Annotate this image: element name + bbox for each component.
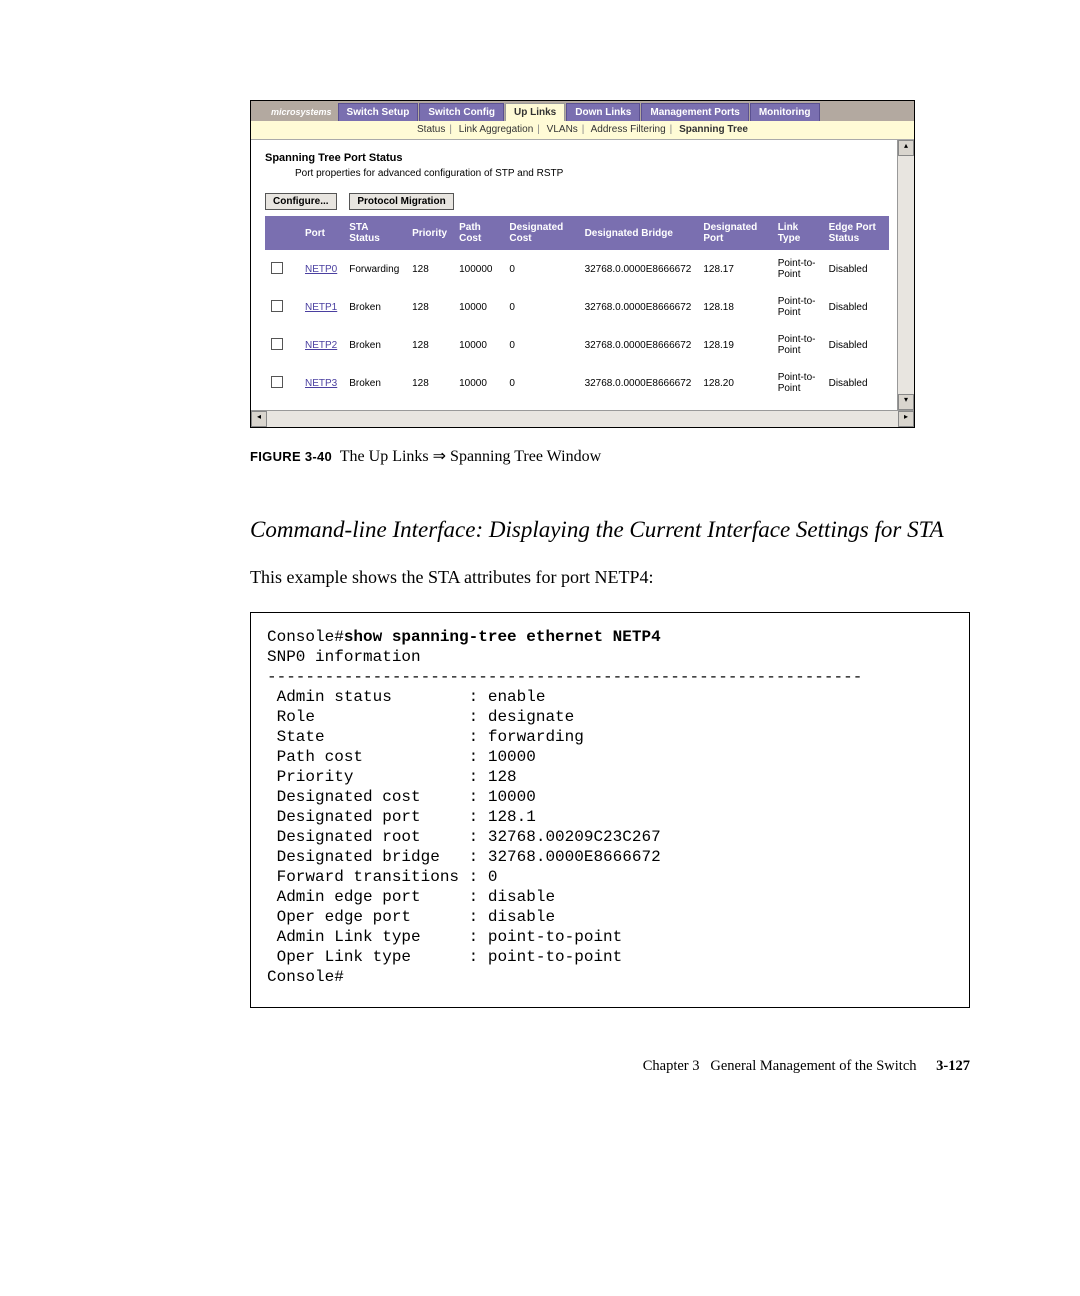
tab-monitoring[interactable]: Monitoring	[750, 103, 820, 121]
cell-priority: 128	[406, 288, 453, 326]
table-row: NETP3 Broken12810000032768.0.0000E8666672…	[265, 364, 889, 402]
subtab-spanning-tree[interactable]: Spanning Tree	[679, 124, 748, 135]
cell-des-port: 128.20	[697, 364, 771, 402]
body-paragraph: This example shows the STA attributes fo…	[250, 567, 970, 588]
uplinks-spanning-tree-window: microsystems Switch Setup Switch Config …	[250, 100, 915, 428]
scroll-up-icon[interactable]: ▴	[898, 140, 914, 156]
row-checkbox[interactable]	[271, 376, 283, 388]
col-designated-bridge: Designated Bridge	[579, 216, 698, 250]
figure-caption: FIGURE 3-40 The Up Links ⇒ Spanning Tree…	[250, 446, 970, 466]
port-link[interactable]: NETP1	[305, 302, 337, 313]
cell-edge-status: Disabled	[823, 326, 889, 364]
cell-link-type: Point-to-Point	[772, 288, 823, 326]
port-status-table: Port STA Status Priority Path Cost Desig…	[265, 216, 889, 402]
cell-des-bridge: 32768.0.0000E8666672	[579, 288, 698, 326]
cell-priority: 128	[406, 250, 453, 288]
cell-link-type: Point-to-Point	[772, 250, 823, 288]
cell-des-port: 128.17	[697, 250, 771, 288]
row-checkbox[interactable]	[271, 300, 283, 312]
scroll-down-icon[interactable]: ▾	[898, 394, 914, 410]
logo-text: microsystems	[271, 105, 338, 121]
cell-link-type: Point-to-Point	[772, 326, 823, 364]
col-port: Port	[299, 216, 343, 250]
cell-des-bridge: 32768.0.0000E8666672	[579, 326, 698, 364]
cell-sta: Broken	[343, 288, 406, 326]
cell-edge-status: Disabled	[823, 288, 889, 326]
col-priority: Priority	[406, 216, 453, 250]
vertical-scrollbar[interactable]: ▴ ▾	[897, 140, 914, 410]
port-link[interactable]: NETP3	[305, 378, 337, 389]
page-footer: Chapter 3 General Management of the Swit…	[250, 1058, 970, 1075]
tab-switch-config[interactable]: Switch Config	[419, 103, 504, 121]
cell-link-type: Point-to-Point	[772, 364, 823, 402]
col-edge-port-status: Edge Port Status	[823, 216, 889, 250]
subtab-link-aggregation[interactable]: Link Aggregation	[459, 124, 534, 135]
sub-tab-bar: Status| Link Aggregation| VLANs| Address…	[251, 121, 914, 140]
subtab-status[interactable]: Status	[417, 124, 445, 135]
cell-priority: 128	[406, 326, 453, 364]
table-row: NETP2 Broken12810000032768.0.0000E8666672…	[265, 326, 889, 364]
subtab-vlans[interactable]: VLANs	[547, 124, 578, 135]
cell-des-cost: 0	[503, 326, 578, 364]
cell-path-cost: 10000	[453, 364, 503, 402]
cell-sta: Broken	[343, 364, 406, 402]
cell-sta: Broken	[343, 326, 406, 364]
col-link-type: Link Type	[772, 216, 823, 250]
col-designated-port: Designated Port	[697, 216, 771, 250]
table-row: NETP1 Broken12810000032768.0.0000E8666672…	[265, 288, 889, 326]
console-output: Console#show spanning-tree ethernet NETP…	[250, 612, 970, 1008]
scroll-right-icon[interactable]: ▸	[898, 411, 914, 427]
section-title: Spanning Tree Port Status	[265, 152, 889, 164]
tab-down-links[interactable]: Down Links	[566, 103, 640, 121]
configure-button[interactable]: Configure...	[265, 193, 337, 210]
cell-des-port: 128.19	[697, 326, 771, 364]
tab-switch-setup[interactable]: Switch Setup	[338, 103, 419, 121]
cell-edge-status: Disabled	[823, 364, 889, 402]
col-sta-status: STA Status	[343, 216, 406, 250]
table-row: NETP0 Forwarding128100000032768.0.0000E86…	[265, 250, 889, 288]
col-designated-cost: Designated Cost	[503, 216, 578, 250]
cell-des-cost: 0	[503, 250, 578, 288]
cell-path-cost: 10000	[453, 326, 503, 364]
subtab-address-filtering[interactable]: Address Filtering	[591, 124, 666, 135]
cell-des-cost: 0	[503, 364, 578, 402]
cell-path-cost: 10000	[453, 288, 503, 326]
cell-des-cost: 0	[503, 288, 578, 326]
port-link[interactable]: NETP0	[305, 264, 337, 275]
row-checkbox[interactable]	[271, 262, 283, 274]
port-link[interactable]: NETP2	[305, 340, 337, 351]
tab-management-ports[interactable]: Management Ports	[641, 103, 748, 121]
cell-priority: 128	[406, 364, 453, 402]
cell-des-bridge: 32768.0.0000E8666672	[579, 364, 698, 402]
tab-up-links[interactable]: Up Links	[505, 103, 565, 121]
cli-section-heading: Command-line Interface: Displaying the C…	[250, 516, 970, 545]
section-subtitle: Port properties for advanced configurati…	[295, 168, 889, 179]
cell-edge-status: Disabled	[823, 250, 889, 288]
protocol-migration-button[interactable]: Protocol Migration	[349, 193, 453, 210]
scroll-left-icon[interactable]: ◂	[251, 411, 267, 427]
horizontal-scrollbar[interactable]: ◂ ▸	[251, 410, 914, 427]
col-path-cost: Path Cost	[453, 216, 503, 250]
tab-bar: microsystems Switch Setup Switch Config …	[251, 101, 914, 140]
cell-path-cost: 100000	[453, 250, 503, 288]
row-checkbox[interactable]	[271, 338, 283, 350]
cell-des-bridge: 32768.0.0000E8666672	[579, 250, 698, 288]
cell-sta: Forwarding	[343, 250, 406, 288]
cell-des-port: 128.18	[697, 288, 771, 326]
